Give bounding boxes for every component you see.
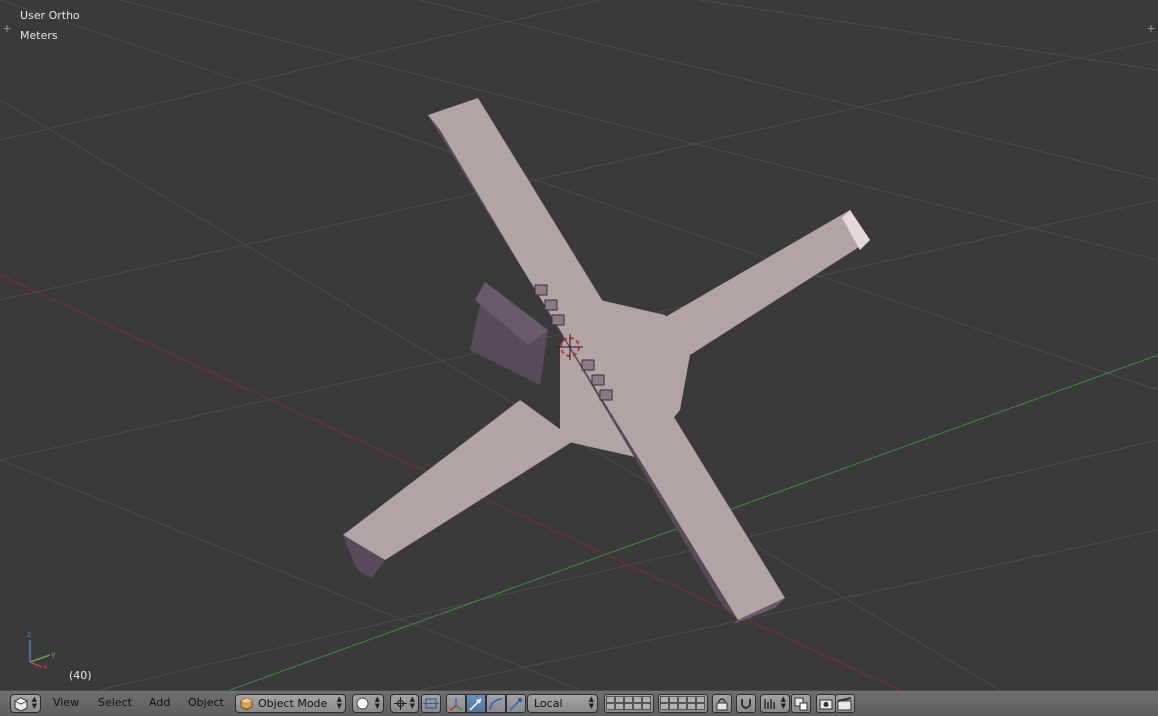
solid-sphere-icon <box>356 697 369 710</box>
render-anim-icon <box>837 697 852 711</box>
model-long-beam <box>428 98 785 620</box>
cross-model[interactable] <box>343 98 870 624</box>
manipulator-toggle[interactable] <box>446 694 466 713</box>
manipulator-toggle-icon <box>449 698 463 711</box>
dropdown-arrows-icon: ▲ ▼ <box>31 695 37 710</box>
menu-view[interactable]: View <box>53 696 79 709</box>
3d-viewport[interactable]: User Ortho Meters (40) z y x + + <box>0 0 1158 690</box>
translate-icon <box>469 698 482 711</box>
magnet-icon <box>741 699 751 709</box>
3d-view-header: ▲ ▼ View Select Add Object Object Mode ▲ ▼… <box>0 690 1158 716</box>
pivot-point-icon <box>394 697 407 710</box>
3d-view-icon <box>14 697 28 711</box>
axis-label-z: z <box>27 630 32 639</box>
dropdown-arrows-icon: ▲ ▼ <box>409 695 415 710</box>
render-animation-button[interactable] <box>835 694 855 713</box>
translate-manipulator[interactable] <box>466 694 486 713</box>
mode-dropdown[interactable]: Object Mode ▲ ▼ <box>235 694 346 713</box>
pivot-align-icon <box>423 698 439 709</box>
region-expand-right-icon[interactable]: + <box>1146 23 1156 34</box>
pivot-dropdown[interactable]: ▲ ▼ <box>390 694 419 713</box>
region-expand-left-icon[interactable]: + <box>2 23 12 34</box>
snap-element-dropdown[interactable]: ▲ ▼ <box>760 694 790 713</box>
snap-target-button[interactable] <box>791 694 811 713</box>
snap-element-icon <box>764 699 775 709</box>
layers-group-1[interactable] <box>604 694 654 713</box>
rotate-icon <box>489 698 503 711</box>
lock-layers-button[interactable] <box>712 694 732 713</box>
editor-type-button[interactable]: ▲ ▼ <box>10 694 41 713</box>
units-label: Meters <box>20 29 58 42</box>
model-arm-left <box>343 400 575 560</box>
snap-toggle-button[interactable] <box>736 694 756 713</box>
object-cube-icon <box>240 697 253 710</box>
scene-canvas[interactable] <box>0 0 1158 690</box>
layers-group-2[interactable] <box>658 694 708 713</box>
frame-number: (40) <box>69 669 92 682</box>
rotate-manipulator[interactable] <box>486 694 506 713</box>
dropdown-arrows-icon: ▲ ▼ <box>588 695 594 710</box>
mode-label: Object Mode <box>258 697 328 710</box>
view-name: User Ortho <box>20 9 80 22</box>
render-still-icon <box>819 699 833 710</box>
menu-add[interactable]: Add <box>149 696 170 709</box>
dropdown-arrows-icon: ▲ ▼ <box>374 695 380 710</box>
axis-label-x: x <box>43 662 48 671</box>
menu-object[interactable]: Object <box>188 696 224 709</box>
orientation-dropdown[interactable]: Local ▲ ▼ <box>527 694 598 713</box>
shading-dropdown[interactable]: ▲ ▼ <box>352 694 384 713</box>
menu-select[interactable]: Select <box>98 696 132 709</box>
scale-icon <box>509 698 522 711</box>
render-still-button[interactable] <box>816 694 836 713</box>
scale-manipulator[interactable] <box>506 694 526 713</box>
pivot-align-button[interactable] <box>421 694 441 713</box>
orientation-label: Local <box>534 697 563 710</box>
snap-target-icon <box>794 697 808 711</box>
dropdown-arrows-icon: ▲ ▼ <box>336 695 342 710</box>
axis-label-y: y <box>51 650 56 659</box>
lock-icon <box>716 698 728 711</box>
dropdown-arrows-icon: ▲ ▼ <box>780 695 786 710</box>
